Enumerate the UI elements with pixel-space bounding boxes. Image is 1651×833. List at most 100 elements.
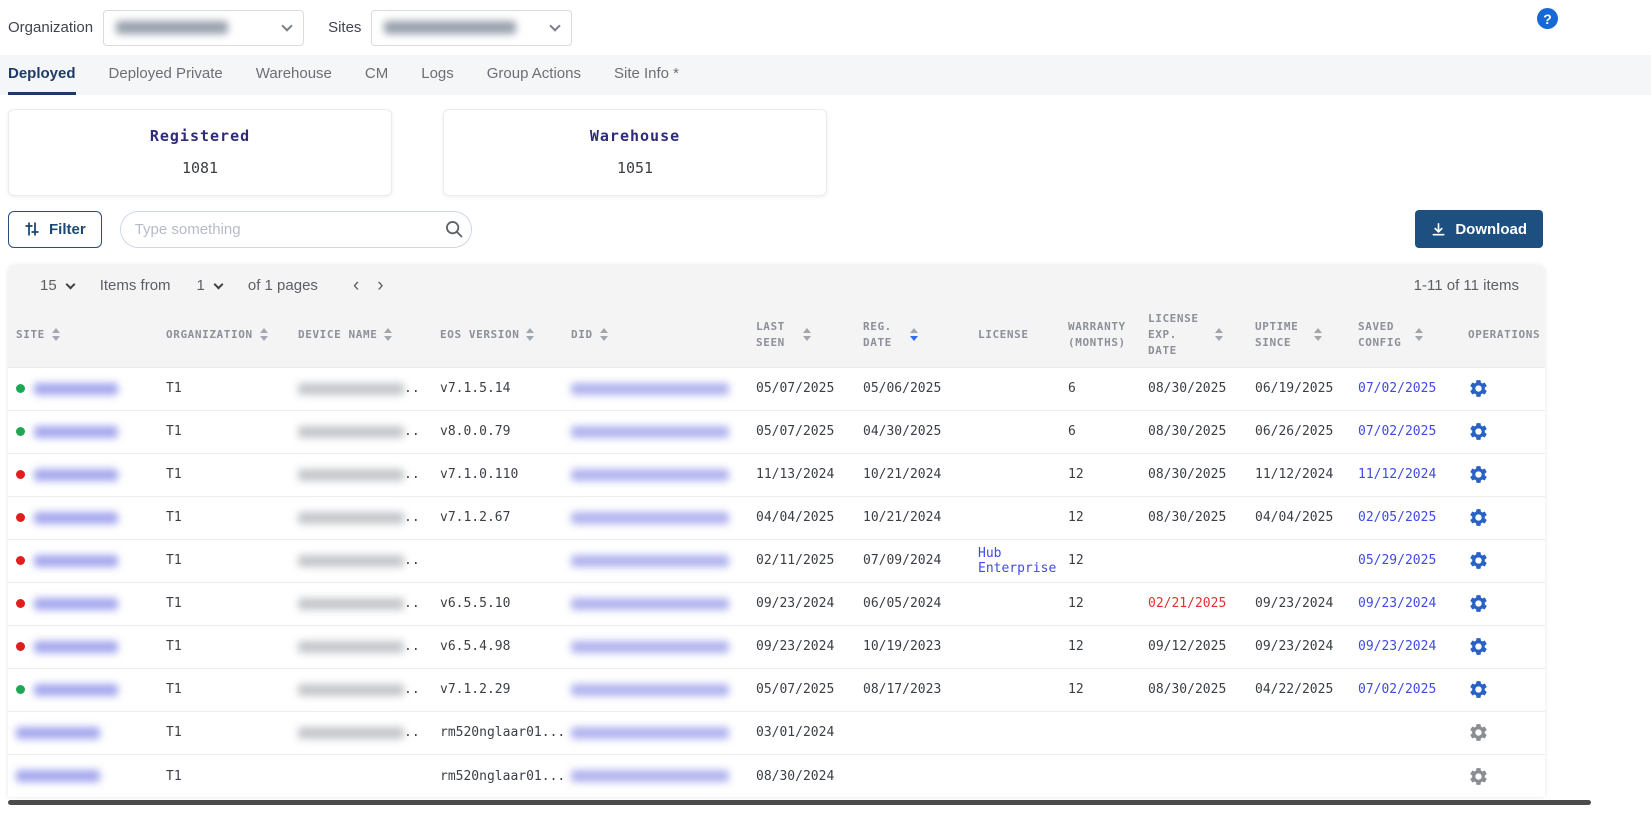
sort-arrows-icon[interactable] <box>384 328 392 341</box>
column-header-license-exp-date[interactable]: LICENSE EXP. DATE <box>1140 305 1247 367</box>
tab-cm[interactable]: CM <box>365 56 388 95</box>
did-link-redacted[interactable] <box>571 684 729 696</box>
saved-config-link[interactable] <box>1350 711 1460 754</box>
sort-arrows-icon[interactable] <box>52 328 60 341</box>
license-link[interactable] <box>970 582 1060 625</box>
operations-gear-icon[interactable] <box>1468 464 1489 485</box>
column-header-organization[interactable]: ORGANIZATION <box>158 305 290 367</box>
uptime-since-cell: 09/23/2024 <box>1247 582 1350 625</box>
organization-select[interactable] <box>103 10 304 46</box>
license-link[interactable] <box>970 496 1060 539</box>
site-link-redacted[interactable] <box>34 383 118 395</box>
table-row: T1 .. rm520nglaar01... 03/01/2024 <box>8 711 1545 754</box>
warranty-cell: 12 <box>1060 496 1140 539</box>
did-link-redacted[interactable] <box>571 426 729 438</box>
sort-arrows-icon[interactable] <box>803 328 811 341</box>
operations-gear-icon[interactable] <box>1468 679 1489 700</box>
tab-deployed[interactable]: Deployed <box>8 56 76 95</box>
saved-config-link[interactable] <box>1350 754 1460 797</box>
search-icon[interactable] <box>443 218 465 240</box>
device-status-dot <box>16 642 25 651</box>
operations-gear-icon[interactable] <box>1468 636 1489 657</box>
column-header-reg-date[interactable]: REG. DATE <box>855 305 970 367</box>
did-link-redacted[interactable] <box>571 512 729 524</box>
site-link-redacted[interactable] <box>34 641 118 653</box>
saved-config-link[interactable]: 07/02/2025 <box>1350 367 1460 410</box>
site-link-redacted[interactable] <box>34 426 118 438</box>
saved-config-link[interactable]: 09/23/2024 <box>1350 582 1460 625</box>
saved-config-link[interactable]: 11/12/2024 <box>1350 453 1460 496</box>
tab-warehouse[interactable]: Warehouse <box>256 56 332 95</box>
help-icon[interactable]: ? <box>1537 8 1558 29</box>
license-link[interactable] <box>970 453 1060 496</box>
uptime-since-cell <box>1247 754 1350 797</box>
site-link-redacted[interactable] <box>34 684 118 696</box>
license-link[interactable] <box>970 711 1060 754</box>
warranty-cell: 12 <box>1060 453 1140 496</box>
column-header-saved-config[interactable]: SAVED CONFIG <box>1350 305 1460 367</box>
page-number-select[interactable]: 1 <box>197 277 222 294</box>
next-page-button[interactable]: › <box>368 276 392 295</box>
license-link[interactable] <box>970 625 1060 668</box>
organization-cell: T1 <box>158 754 290 797</box>
tab-deployed-private[interactable]: Deployed Private <box>109 56 223 95</box>
site-link-redacted[interactable] <box>34 598 118 610</box>
tab-site-info[interactable]: Site Info * <box>614 56 679 95</box>
saved-config-link[interactable]: 05/29/2025 <box>1350 539 1460 582</box>
registered-card: Registered 1081 <box>8 109 392 196</box>
operations-gear-icon[interactable] <box>1468 550 1489 571</box>
uptime-since-cell: 04/04/2025 <box>1247 496 1350 539</box>
site-link-redacted[interactable] <box>16 770 100 782</box>
license-link[interactable] <box>970 668 1060 711</box>
last-seen-cell: 09/23/2024 <box>748 582 855 625</box>
license-link[interactable] <box>970 367 1060 410</box>
did-link-redacted[interactable] <box>571 598 729 610</box>
operations-gear-icon[interactable] <box>1468 766 1489 787</box>
sort-arrows-icon[interactable] <box>526 328 534 341</box>
operations-gear-icon[interactable] <box>1468 722 1489 743</box>
filter-button[interactable]: Filter <box>8 211 102 248</box>
sort-arrows-icon[interactable] <box>600 328 608 341</box>
column-header-uptime-since[interactable]: UPTIME SINCE <box>1247 305 1350 367</box>
license-link[interactable] <box>970 754 1060 797</box>
did-link-redacted[interactable] <box>571 727 729 739</box>
license-link[interactable]: Hub Enterprise <box>970 539 1060 582</box>
column-header-eos-version[interactable]: EOS VERSION <box>432 305 563 367</box>
saved-config-link[interactable]: 07/02/2025 <box>1350 668 1460 711</box>
did-link-redacted[interactable] <box>571 469 729 481</box>
operations-gear-icon[interactable] <box>1468 378 1489 399</box>
column-header-site[interactable]: SITE <box>8 305 158 367</box>
site-link-redacted[interactable] <box>34 555 118 567</box>
did-link-redacted[interactable] <box>571 383 729 395</box>
column-header-device-name[interactable]: DEVICE NAME <box>290 305 432 367</box>
site-link-redacted[interactable] <box>34 469 118 481</box>
sort-arrows-icon[interactable] <box>1314 328 1322 341</box>
site-link-redacted[interactable] <box>16 727 100 739</box>
column-header-did[interactable]: DID <box>563 305 748 367</box>
did-link-redacted[interactable] <box>571 555 729 567</box>
page-size-select[interactable]: 15 <box>40 277 74 294</box>
warranty-cell: 6 <box>1060 367 1140 410</box>
download-button[interactable]: Download <box>1415 210 1543 248</box>
operations-gear-icon[interactable] <box>1468 507 1489 528</box>
tab-logs[interactable]: Logs <box>421 56 454 95</box>
sort-arrows-icon-active-desc[interactable] <box>910 328 918 341</box>
column-header-last-seen[interactable]: LAST SEEN <box>748 305 855 367</box>
horizontal-scrollbar[interactable] <box>8 800 1591 805</box>
operations-gear-icon[interactable] <box>1468 421 1489 442</box>
sort-arrows-icon[interactable] <box>260 328 268 341</box>
tab-group-actions[interactable]: Group Actions <box>487 56 581 95</box>
sort-arrows-icon[interactable] <box>1415 328 1423 341</box>
prev-page-button[interactable]: ‹ <box>344 276 368 295</box>
sites-select[interactable] <box>371 10 572 46</box>
search-input[interactable] <box>135 221 443 238</box>
site-link-redacted[interactable] <box>34 512 118 524</box>
saved-config-link[interactable]: 09/23/2024 <box>1350 625 1460 668</box>
operations-gear-icon[interactable] <box>1468 593 1489 614</box>
saved-config-link[interactable]: 07/02/2025 <box>1350 410 1460 453</box>
saved-config-link[interactable]: 02/05/2025 <box>1350 496 1460 539</box>
did-link-redacted[interactable] <box>571 641 729 653</box>
sort-arrows-icon[interactable] <box>1215 328 1223 341</box>
license-link[interactable] <box>970 410 1060 453</box>
did-link-redacted[interactable] <box>571 770 729 782</box>
